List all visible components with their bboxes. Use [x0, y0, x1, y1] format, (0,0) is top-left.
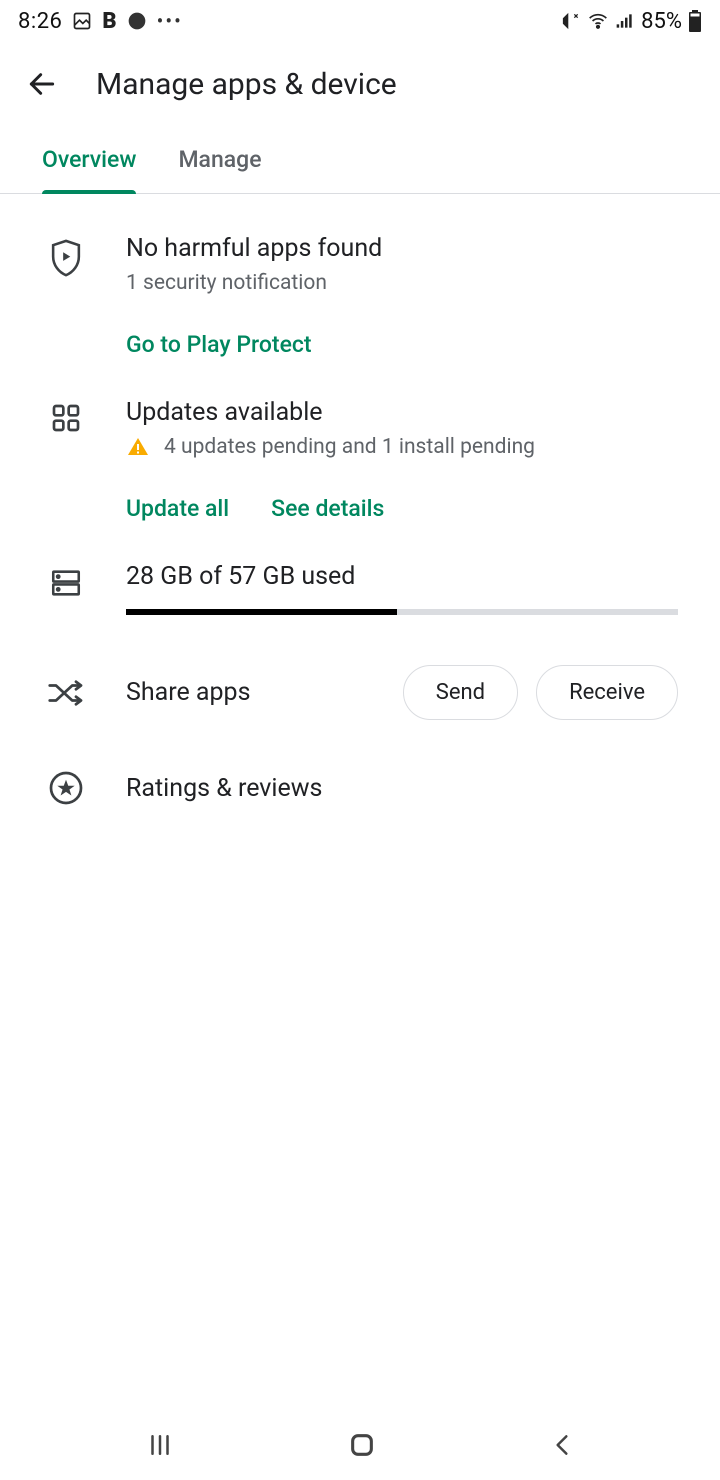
- battery-text: 85%: [641, 9, 682, 34]
- status-bar: 8:26 B ••• 85%: [0, 0, 720, 42]
- bold-b-icon: B: [102, 9, 116, 34]
- tab-bar: Overview Manage: [0, 126, 720, 194]
- storage-progress-bar: [126, 609, 678, 615]
- apps-grid-icon: [42, 398, 90, 522]
- back-button[interactable]: [24, 66, 60, 102]
- protect-title: No harmful apps found: [126, 234, 678, 263]
- ratings-label: Ratings & reviews: [126, 774, 322, 803]
- receive-button[interactable]: Receive: [536, 665, 678, 720]
- app-icon: [127, 11, 147, 31]
- signal-icon: [615, 11, 635, 31]
- vibrate-icon: [561, 11, 581, 31]
- recents-button[interactable]: [145, 1430, 175, 1460]
- storage-progress-fill: [126, 609, 397, 615]
- section-share-apps: Share apps Send Receive: [42, 615, 678, 720]
- update-all-button[interactable]: Update all: [126, 495, 229, 522]
- image-icon: [72, 11, 92, 31]
- shuffle-icon: [42, 678, 90, 708]
- warning-icon: [126, 435, 150, 459]
- share-apps-label: Share apps: [126, 678, 385, 707]
- updates-title: Updates available: [126, 398, 678, 427]
- wifi-icon: [587, 11, 609, 31]
- section-updates[interactable]: Updates available 4 updates pending and …: [42, 358, 678, 522]
- updates-subtitle-text: 4 updates pending and 1 install pending: [164, 435, 535, 459]
- section-ratings-reviews[interactable]: Ratings & reviews: [42, 720, 678, 806]
- send-button[interactable]: Send: [403, 665, 518, 720]
- shield-play-icon: [42, 234, 90, 358]
- status-time: 8:26: [18, 9, 62, 34]
- home-button[interactable]: [346, 1429, 378, 1461]
- storage-label: 28 GB of 57 GB used: [126, 562, 678, 591]
- tab-overview[interactable]: Overview: [42, 126, 136, 193]
- page-title: Manage apps & device: [96, 67, 397, 102]
- section-storage[interactable]: 28 GB of 57 GB used: [42, 522, 678, 615]
- section-play-protect[interactable]: No harmful apps found 1 security notific…: [42, 194, 678, 358]
- protect-subtitle: 1 security notification: [126, 271, 678, 295]
- app-header: Manage apps & device: [0, 42, 720, 126]
- status-right: 85%: [561, 9, 702, 34]
- see-details-button[interactable]: See details: [271, 495, 384, 522]
- storage-icon: [42, 562, 90, 615]
- more-icon: •••: [157, 9, 183, 33]
- back-nav-button[interactable]: [549, 1430, 575, 1460]
- updates-subtitle: 4 updates pending and 1 install pending: [126, 435, 678, 459]
- tab-manage[interactable]: Manage: [178, 126, 261, 193]
- status-left: 8:26 B •••: [18, 9, 183, 34]
- battery-icon: [688, 10, 702, 32]
- system-nav-bar: [0, 1410, 720, 1480]
- go-play-protect-button[interactable]: Go to Play Protect: [126, 331, 312, 358]
- star-circle-icon: [42, 770, 90, 806]
